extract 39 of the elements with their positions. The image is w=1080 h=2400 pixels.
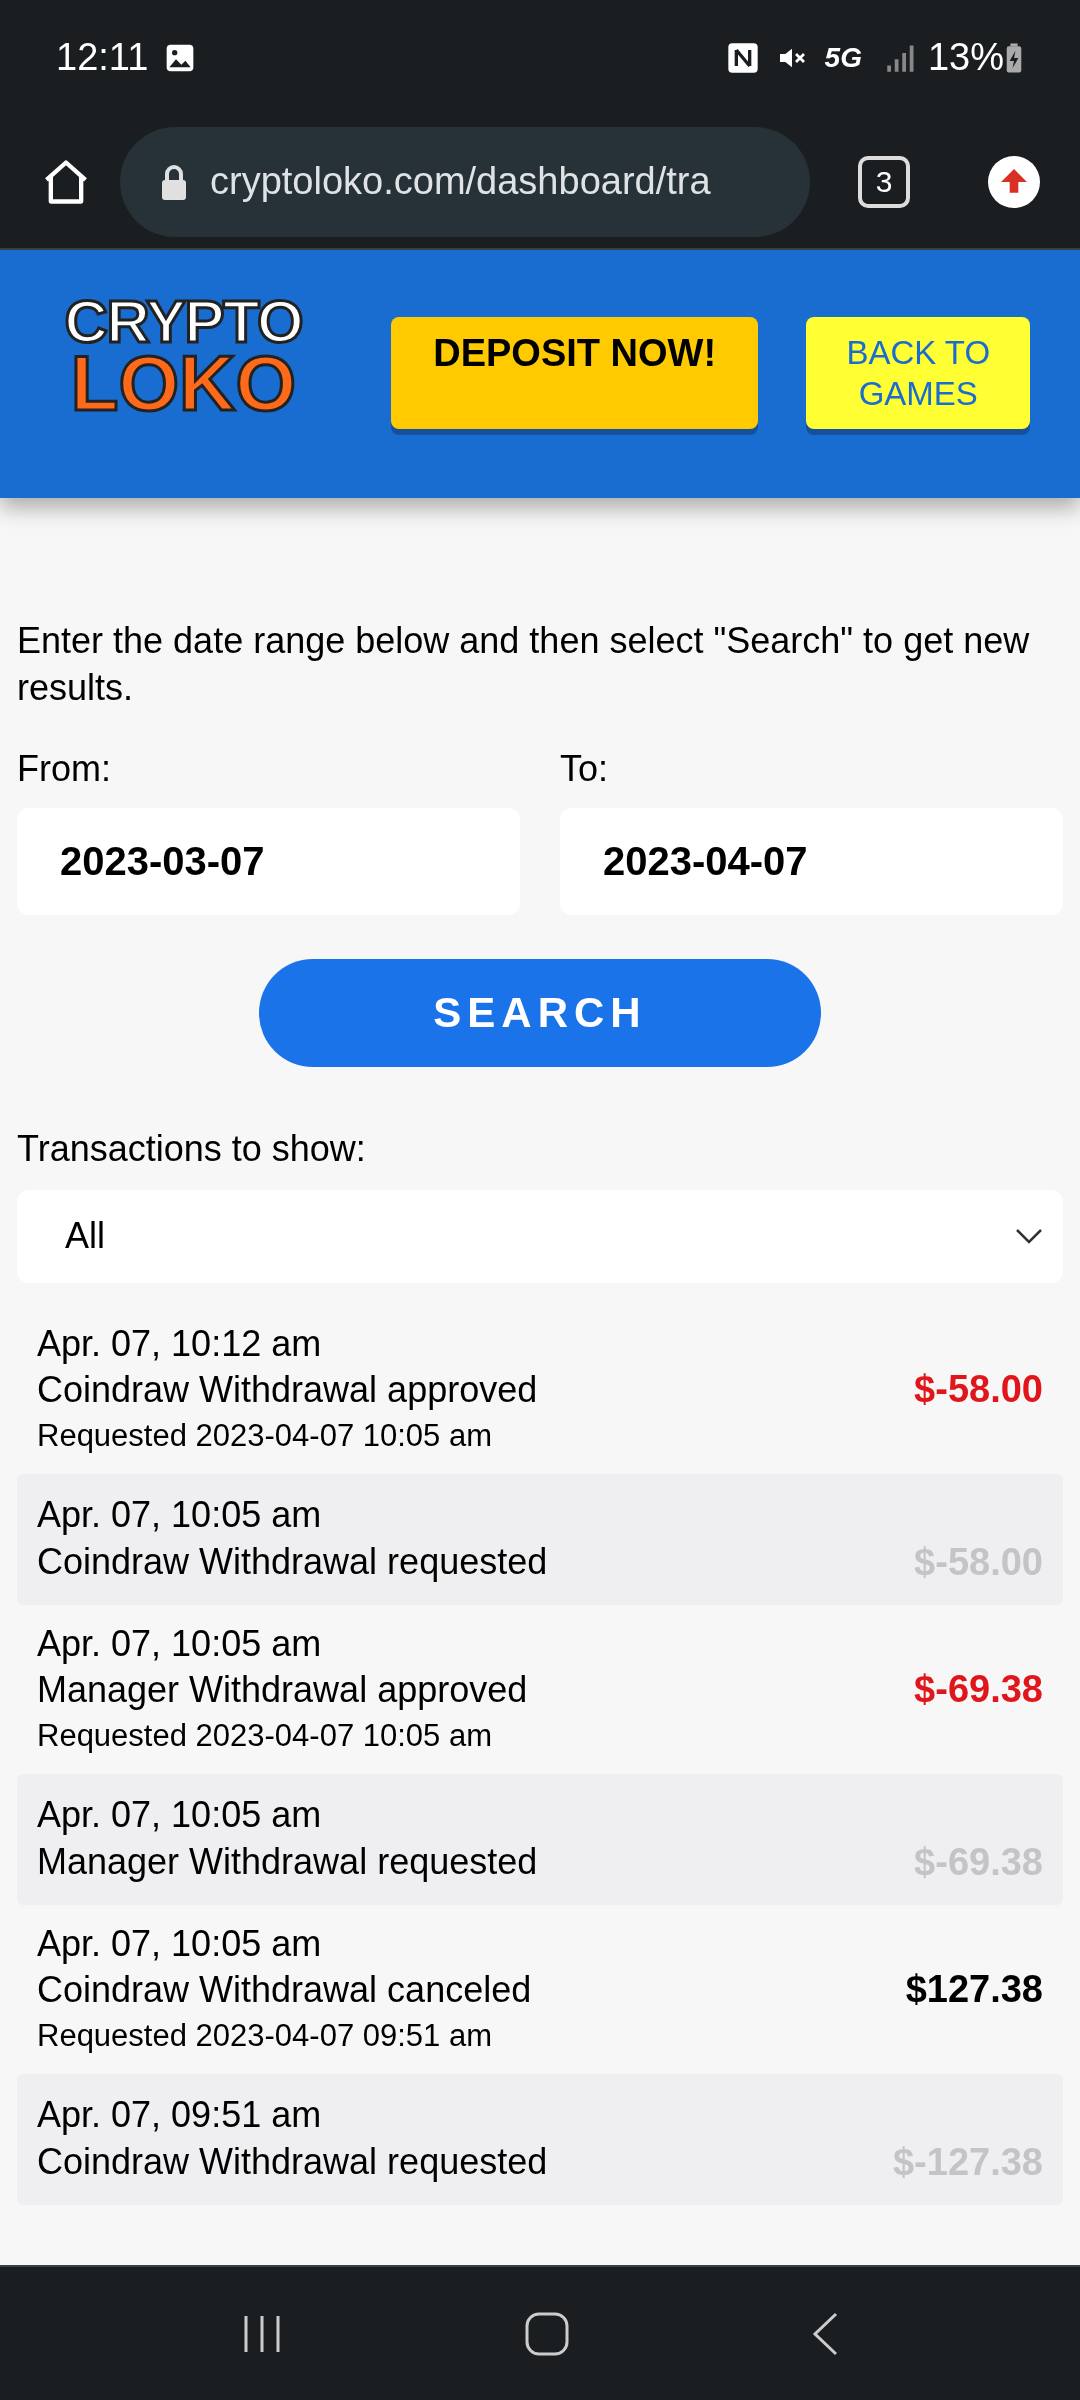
transaction-date: Apr. 07, 10:05 am bbox=[37, 1793, 323, 1838]
transaction-amount: $-58.00 bbox=[914, 1366, 1043, 1412]
logo[interactable]: CRYPTO LOKO bbox=[50, 292, 317, 422]
transaction-date: Apr. 07, 09:51 am bbox=[37, 2093, 323, 2138]
transaction-amount: $127.38 bbox=[905, 1966, 1043, 2012]
transaction-amount: $-69.38 bbox=[914, 1666, 1043, 1712]
to-date-field[interactable]: 2023-04-07 bbox=[560, 807, 1063, 915]
url-bar[interactable]: cryptoloko.com/dashboard/tra bbox=[120, 126, 810, 237]
intro-text: Enter the date range below and then select "Search" to get new results. bbox=[17, 619, 1031, 710]
tab-count-button[interactable]: 3 bbox=[858, 155, 910, 208]
back-icon[interactable] bbox=[810, 2310, 840, 2357]
transaction-requested-time: Requested 2023-04-07 10:05 am bbox=[37, 1717, 493, 1756]
transaction-description: Coindraw Withdrawal requested bbox=[37, 1540, 549, 1585]
transaction-date: Apr. 07, 10:05 am bbox=[37, 1621, 323, 1666]
upload-icon[interactable] bbox=[988, 155, 1040, 208]
transaction-description: Coindraw Withdrawal canceled bbox=[37, 1968, 533, 2013]
chevron-down-icon bbox=[1015, 1228, 1043, 1245]
status-time: 12:11 bbox=[56, 35, 149, 80]
transaction-description: Manager Withdrawal requested bbox=[37, 1840, 539, 1885]
from-date-field[interactable]: 2023-03-07 bbox=[17, 807, 520, 915]
from-label: From: bbox=[17, 746, 112, 791]
battery-icon bbox=[1004, 41, 1024, 74]
transaction-date: Apr. 07, 10:05 am bbox=[37, 1921, 323, 1966]
transaction-filter-select[interactable]: All bbox=[17, 1189, 1063, 1283]
transaction-date: Apr. 07, 10:05 am bbox=[37, 1493, 323, 1538]
transaction-requested-time: Requested 2023-04-07 10:05 am bbox=[37, 1417, 493, 1456]
transaction-description: Manager Withdrawal approved bbox=[37, 1668, 529, 1713]
lock-icon bbox=[160, 163, 188, 200]
home-button-icon[interactable] bbox=[524, 2310, 570, 2357]
search-button[interactable]: SEARCH bbox=[259, 958, 821, 1067]
nfc-icon bbox=[726, 41, 759, 74]
transaction-description: Coindraw Withdrawal approved bbox=[37, 1368, 539, 1413]
network-label: 5G bbox=[824, 40, 862, 75]
to-label: To: bbox=[560, 746, 610, 791]
transaction-requested-time: Requested 2023-04-07 09:51 am bbox=[37, 2017, 493, 2056]
transaction-date: Apr. 07, 10:12 am bbox=[37, 1321, 323, 1366]
filter-label: Transactions to show: bbox=[17, 1126, 367, 1171]
transaction-description: Coindraw Withdrawal requested bbox=[37, 2140, 549, 2185]
battery-percent: 13% bbox=[927, 35, 1004, 80]
